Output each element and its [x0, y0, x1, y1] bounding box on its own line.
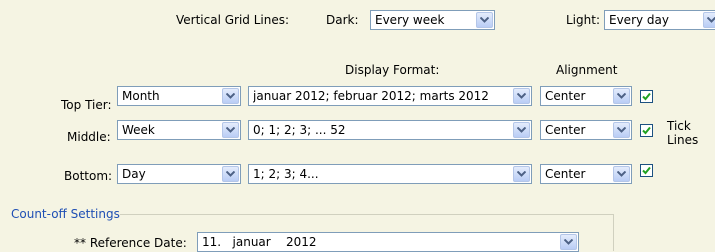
chevron-down-icon[interactable] — [476, 12, 493, 28]
middle-tier-label: Middle: — [67, 130, 111, 144]
top-tier-label: Top Tier: — [61, 98, 112, 112]
middle-tier-format-select[interactable]: 0; 1; 2; 3; ... 52 — [248, 120, 532, 140]
tick-lines-label-line2: Lines — [667, 133, 699, 147]
reference-date-picker[interactable]: 11. januar 2012 — [197, 232, 579, 252]
middle-tier-alignment-value: Center — [545, 123, 586, 137]
alignment-header: Alignment — [556, 63, 618, 77]
bottom-tier-alignment-select[interactable]: Center — [540, 164, 632, 184]
chevron-down-icon[interactable] — [513, 88, 530, 104]
middle-tier-format-value: 0; 1; 2; 3; ... 52 — [253, 123, 346, 137]
reference-date-value: 11. januar 2012 — [202, 235, 317, 249]
bottom-tier-format-value: 1; 2; 3; 4... — [253, 167, 319, 181]
chevron-down-icon[interactable] — [613, 166, 630, 182]
display-format-header: Display Format: — [345, 63, 440, 77]
middle-tier-tick-checkbox[interactable] — [640, 124, 653, 137]
group-top-border — [120, 214, 613, 215]
dark-gridlines-value: Every week — [375, 13, 445, 27]
light-label: Light: — [566, 13, 600, 27]
reference-date-label: ** Reference Date: — [74, 236, 187, 250]
checkmark-icon — [642, 126, 651, 135]
middle-tier-alignment-select[interactable]: Center — [540, 120, 632, 140]
group-right-border — [613, 214, 614, 251]
chevron-down-icon[interactable] — [703, 12, 715, 28]
chevron-down-icon[interactable] — [613, 122, 630, 138]
bottom-tier-tick-checkbox[interactable] — [640, 164, 653, 177]
bottom-tier-unit-value: Day — [122, 167, 146, 181]
chevron-down-icon[interactable] — [222, 122, 239, 138]
chevron-down-icon[interactable] — [613, 88, 630, 104]
top-tier-alignment-select[interactable]: Center — [540, 86, 632, 106]
top-tier-alignment-value: Center — [545, 89, 586, 103]
chevron-down-icon[interactable] — [222, 88, 239, 104]
top-tier-unit-value: Month — [122, 89, 160, 103]
bottom-tier-format-select[interactable]: 1; 2; 3; 4... — [248, 164, 532, 184]
tick-lines-label-line1: Tick — [667, 119, 691, 133]
bottom-tier-label: Bottom: — [64, 169, 113, 183]
top-tier-format-value: januar 2012; februar 2012; marts 2012 — [253, 89, 489, 103]
checkmark-icon — [642, 92, 651, 101]
countoff-settings-title: Count-off Settings — [11, 207, 120, 221]
top-tier-tick-checkbox[interactable] — [640, 90, 653, 103]
light-gridlines-value: Every day — [609, 13, 669, 27]
bottom-tier-unit-select[interactable]: Day — [117, 164, 241, 184]
dark-label: Dark: — [326, 13, 359, 27]
chevron-down-icon[interactable] — [513, 166, 530, 182]
light-gridlines-select[interactable]: Every day — [604, 10, 715, 30]
checkmark-icon — [642, 166, 651, 175]
chevron-down-icon[interactable] — [222, 166, 239, 182]
middle-tier-unit-select[interactable]: Week — [117, 120, 241, 140]
middle-tier-unit-value: Week — [122, 123, 155, 137]
top-tier-format-select[interactable]: januar 2012; februar 2012; marts 2012 — [248, 86, 532, 106]
bottom-tier-alignment-value: Center — [545, 167, 586, 181]
chevron-down-icon[interactable] — [513, 122, 530, 138]
chevron-down-icon[interactable] — [560, 234, 577, 250]
dark-gridlines-select[interactable]: Every week — [370, 10, 495, 30]
top-tier-unit-select[interactable]: Month — [117, 86, 241, 106]
vertical-grid-lines-label: Vertical Grid Lines: — [176, 13, 290, 27]
